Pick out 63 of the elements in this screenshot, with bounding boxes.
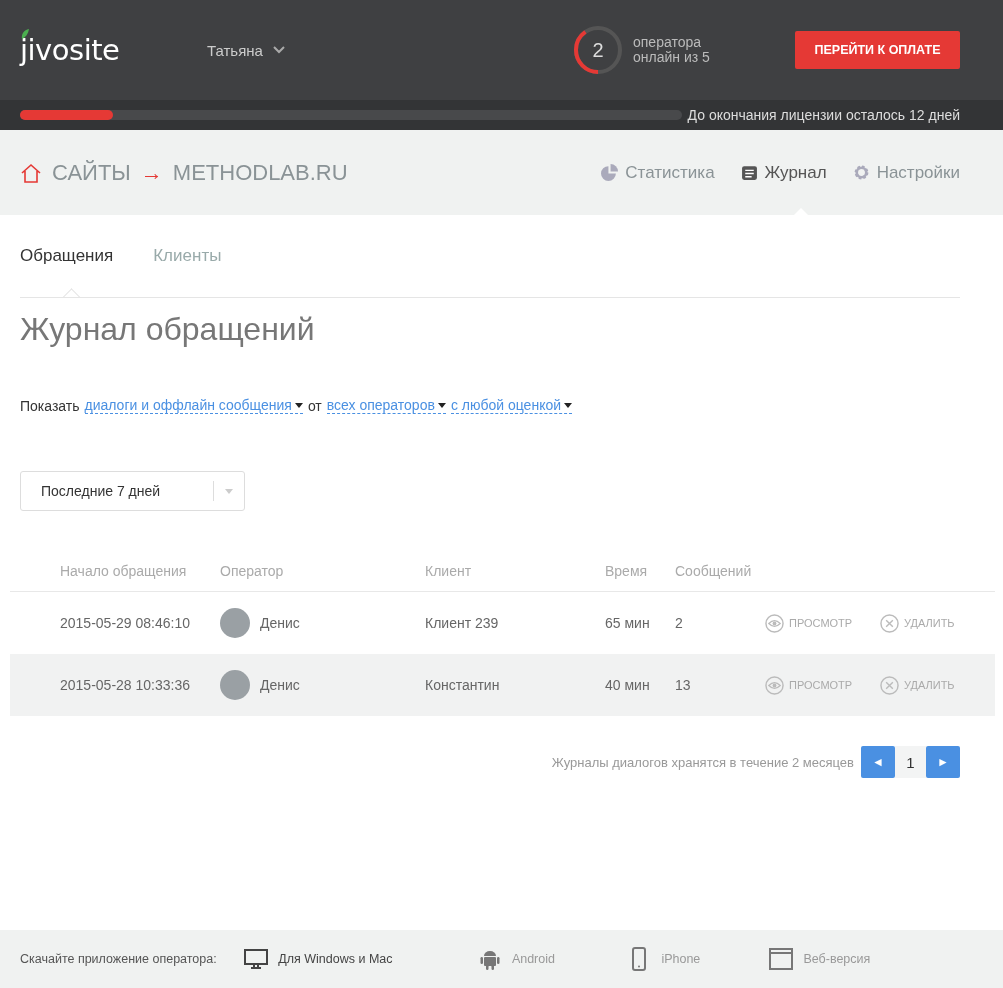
table-cell-text: Константин xyxy=(425,677,501,693)
table-cell: Денис xyxy=(260,615,300,631)
delete-link[interactable]: УДАЛИТЬ xyxy=(880,613,995,633)
eye-icon xyxy=(765,613,784,633)
page-title: Журнал обращений xyxy=(20,311,316,349)
table-cell-text: 65 мин xyxy=(605,615,651,631)
caret-icon xyxy=(225,488,233,494)
app-download-link[interactable]: Веб-версия xyxy=(769,947,1003,971)
filter-label: от xyxy=(307,397,322,414)
column-header: Оператор xyxy=(220,563,285,579)
filter-dropdown[interactable]: диалоги и оффлайн сообщения xyxy=(84,397,303,414)
breadcrumb-link[interactable]: САЙТЫ xyxy=(52,159,131,186)
table-cell-text: 2 xyxy=(675,615,684,631)
pay-button[interactable]: ПЕРЕЙТИ К ОПЛАТЕ xyxy=(795,31,960,69)
app-download-link[interactable]: Для Windows и Mac xyxy=(244,947,478,971)
user-menu[interactable]: Татьяна xyxy=(207,41,285,59)
breadcrumb-arrow: → xyxy=(140,159,163,186)
period-select[interactable]: Последние 7 дней xyxy=(20,471,245,511)
nav-tab[interactable]: Настройки xyxy=(852,162,960,183)
table-cell-text: 13 xyxy=(675,677,692,693)
home-icon xyxy=(20,161,42,184)
tab[interactable]: Клиенты xyxy=(153,215,222,297)
table-cell: Денис xyxy=(260,677,300,693)
table-cell-text: Клиент 239 xyxy=(425,615,500,631)
table-cell-text: 2015-05-29 08:46:10 xyxy=(60,615,191,631)
retention-note: Журналы диалогов хранятся в течение 2 месяцев xyxy=(551,754,854,770)
column-header: Время xyxy=(605,563,649,579)
footer-label: Скачайте приложение оператора: xyxy=(20,952,218,966)
operators-caption: оператора онлайн из 5 xyxy=(633,35,711,65)
prev-page-button[interactable]: ◄ xyxy=(861,746,895,778)
page-number[interactable]: 1 xyxy=(895,746,926,778)
delete-link[interactable]: УДАЛИТЬ xyxy=(880,675,995,695)
filter-dropdown[interactable]: всех операторов xyxy=(326,397,446,414)
settings-icon xyxy=(852,164,870,181)
app-download-link[interactable]: Android xyxy=(477,947,628,971)
nav-tab[interactable]: Статистика xyxy=(601,162,715,183)
app-download-link[interactable]: iPhone xyxy=(627,947,770,971)
close-icon xyxy=(880,675,899,695)
caret-icon xyxy=(294,402,303,408)
browser-window-icon xyxy=(769,947,794,971)
operators-ring: 2 xyxy=(573,25,623,75)
filter-label: Показать xyxy=(20,397,80,414)
view-link[interactable]: ПРОСМОТР xyxy=(765,613,880,633)
close-icon xyxy=(880,613,899,633)
filter-dropdown[interactable]: с любой оценкой xyxy=(450,397,573,414)
caret-icon xyxy=(437,402,446,408)
table-cell-text: 40 мин xyxy=(605,677,651,693)
column-header: Сообщений xyxy=(675,563,753,579)
view-link[interactable]: ПРОСМОТР xyxy=(765,675,880,695)
pie-chart-icon xyxy=(601,164,619,181)
avatar xyxy=(220,608,250,638)
breadcrumb-current: METHODLAB.RU xyxy=(172,159,348,186)
monitor-icon xyxy=(244,947,269,971)
column-header: Клиент xyxy=(425,563,473,579)
journal-icon xyxy=(740,164,758,181)
table-cell-text: 2015-05-28 10:33:36 xyxy=(60,677,191,693)
avatar xyxy=(220,670,250,700)
caret-icon xyxy=(564,402,573,408)
next-page-button[interactable]: ► xyxy=(926,746,960,778)
eye-icon xyxy=(765,675,784,695)
license-text: До окончания лицензии осталось 12 дней xyxy=(687,107,960,123)
chevron-down-icon xyxy=(272,46,285,54)
column-header: Начало обращения xyxy=(60,563,188,579)
